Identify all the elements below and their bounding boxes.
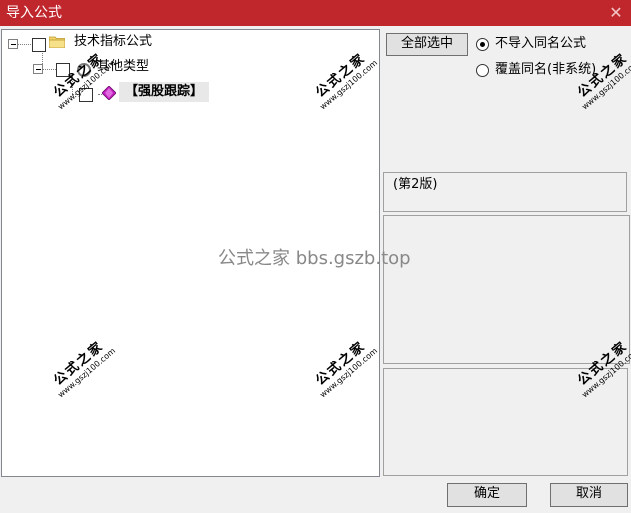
description-box[interactable] (383, 215, 630, 364)
folder-icon (49, 36, 65, 48)
window-title: 导入公式 (6, 5, 62, 21)
center-watermark: 公式之家 bbs.gszb.top (218, 248, 411, 269)
overwrite-radio-label[interactable]: 覆盖同名(非系统) (495, 62, 596, 78)
ok-button[interactable]: 确定 (447, 483, 527, 507)
tree-connector (42, 69, 56, 70)
no-import-radio[interactable] (476, 38, 489, 51)
no-import-radio-label[interactable]: 不导入同名公式 (495, 36, 586, 52)
tree-group-collapse-toggle[interactable] (33, 64, 43, 74)
tree-root-checkbox[interactable] (32, 38, 46, 52)
tree-root-collapse-toggle[interactable] (8, 39, 18, 49)
tree-connector (17, 44, 33, 45)
cancel-button[interactable]: 取消 (550, 483, 628, 507)
overwrite-radio[interactable] (476, 64, 489, 77)
select-all-button[interactable]: 全部选中 (386, 33, 468, 56)
gem-icon (102, 86, 116, 100)
version-label: (第2版) (393, 177, 438, 192)
tree-root-label[interactable]: 技术指标公式 (74, 34, 152, 50)
tree-item-label[interactable]: 【强股跟踪】 (119, 82, 210, 102)
close-icon[interactable]: ✕ (601, 0, 631, 26)
title-bar: 导入公式 ✕ (0, 0, 631, 26)
